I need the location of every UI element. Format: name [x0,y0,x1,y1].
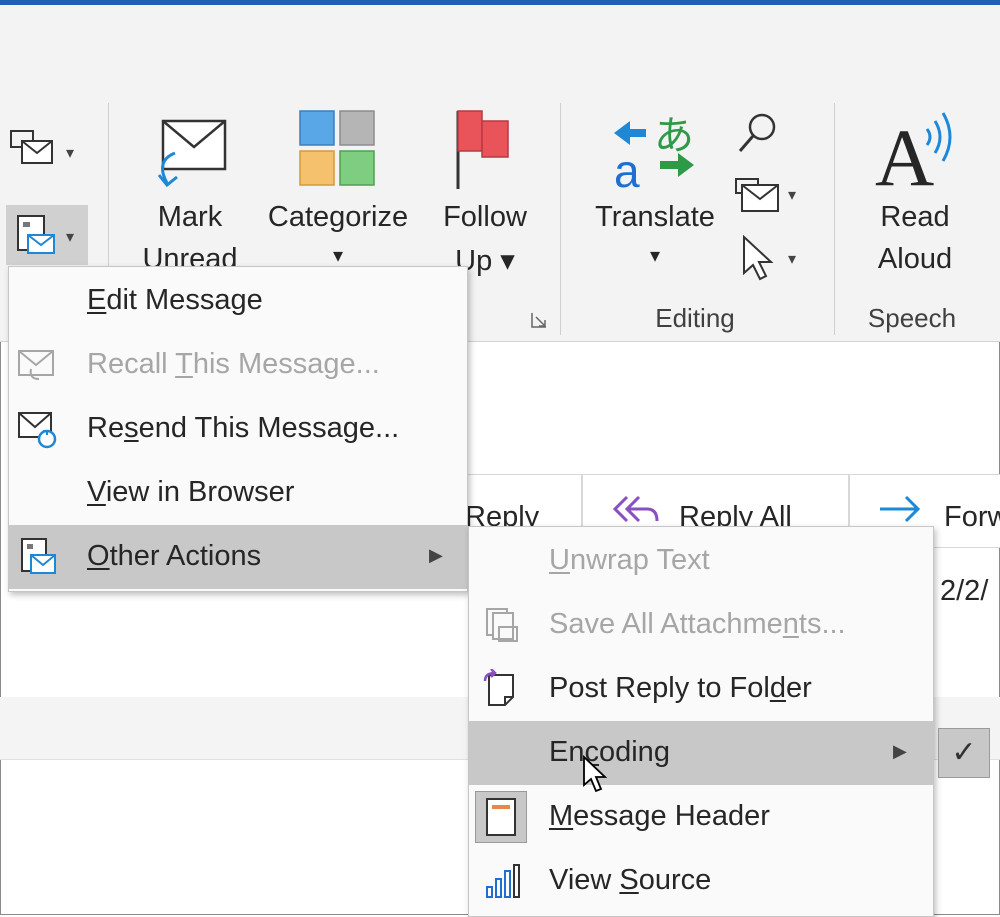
translate-label: Translate [595,201,715,233]
chevron-down-icon: ▾ [66,229,75,246]
ribbon-separator [560,103,561,335]
dialog-launcher-icon [531,313,546,328]
view-source-icon [486,864,520,898]
menu-item-edit-message[interactable]: Edit Message [9,269,467,333]
svg-text:あ: あ [654,113,694,159]
chevron-down-icon: ▾ [788,251,797,268]
svg-text:a: a [614,145,640,192]
select-button[interactable]: ▾ [738,234,814,285]
resend-mail-icon [18,412,57,449]
message-header-icon-box [475,791,527,843]
find-button[interactable] [734,109,794,159]
mark-unread-button[interactable]: Mark Unread [130,105,250,275]
translate-button[interactable]: a あ Translate ▾ [585,105,725,275]
follow-up-label: Follow [443,201,527,233]
read-aloud-label-2: Aloud [877,243,953,275]
menu-item-view-source[interactable]: View Source [469,849,933,913]
chevron-down-icon: ▾ [788,187,797,204]
editing-group-label: Editing [655,303,735,333]
menu-item-unwrap-text[interactable]: Unwrap Text [469,529,933,593]
read-aloud-button[interactable]: A Read Aloud [855,105,975,275]
categorize-label: Categorize [267,201,409,233]
mark-unread-label: Mark [157,201,223,233]
forward-label: Forw [944,501,1000,533]
move-to-folder-icon [10,130,53,164]
post-reply-icon [483,669,514,706]
categorize-icon [299,110,375,186]
related-mail-icon [735,178,779,212]
cursor-select-icon [743,234,774,281]
read-aloud-icon: A [875,112,952,192]
actions-button[interactable]: ▾ [6,205,88,265]
svg-text:A: A [875,112,934,192]
forward-icon [880,495,921,523]
search-icon [738,113,776,152]
recall-mail-icon [18,350,54,380]
menu-item-resend-message[interactable]: Resend This Message... [9,397,467,461]
dialog-launcher-button[interactable] [530,311,550,331]
speech-group-label: Speech [867,303,957,333]
ribbon-separator [834,103,835,335]
message-header-icon [486,798,516,836]
menu-item-message-header[interactable]: Message Header [469,785,933,849]
related-button[interactable]: ▾ [734,173,814,223]
menu-item-encoding[interactable]: Encoding ▶ [469,721,933,793]
menu-item-view-in-browser[interactable]: View in Browser [9,461,467,525]
categorize-dropdown-arrow: ▾ [332,245,344,267]
menu-item-recall-message[interactable]: Recall This Message... [9,333,467,397]
follow-up-button[interactable]: Follow Up ▾ [430,105,540,277]
attachments-icon [486,608,518,642]
menu-item-post-reply-to-folder[interactable]: Post Reply to Folder [469,657,933,721]
message-date: 2/2/ [940,575,989,607]
translate-icon: a あ [614,113,694,192]
actions-icon [17,215,55,254]
other-actions-icon [21,538,56,574]
encoding-checked-item[interactable]: ✓ [938,728,990,778]
read-aloud-label: Read [880,201,950,233]
reply-all-icon [612,495,659,523]
other-actions-submenu: Unwrap Text Save All Attachments... Post… [468,526,934,917]
translate-dropdown-arrow: ▾ [649,245,661,267]
submenu-arrow-icon: ▶ [429,545,443,565]
mark-unread-icon [157,119,227,188]
chevron-down-icon: ▾ [66,145,75,162]
menu-item-save-all-attachments[interactable]: Save All Attachments... [469,593,933,657]
submenu-arrow-icon: ▶ [893,741,907,761]
actions-menu: Edit Message Recall This Message... Rese… [8,266,468,592]
flag-icon [456,110,509,189]
move-to-folder-button[interactable]: ▾ [8,123,80,183]
menu-item-other-actions[interactable]: Other Actions ▶ [9,525,467,589]
categorize-button[interactable]: Categorize ▾ [258,105,418,275]
